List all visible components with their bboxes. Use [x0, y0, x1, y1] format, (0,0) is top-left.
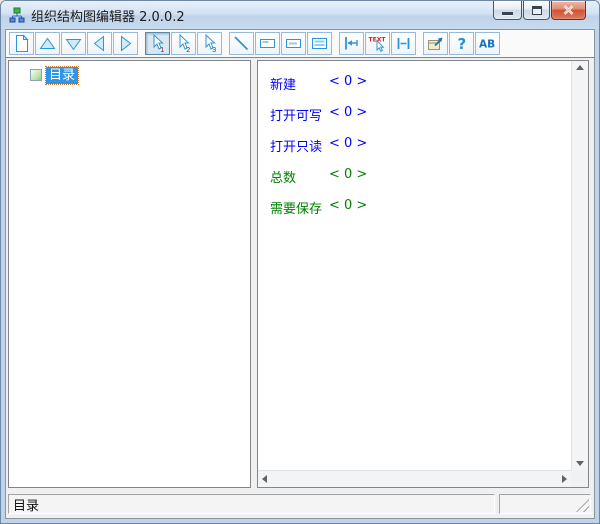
box-top-line-icon [258, 34, 277, 53]
window-title: 组织结构图编辑器 2.0.0.2 [31, 6, 185, 25]
help-button[interactable]: ? [449, 32, 474, 55]
scroll-right-icon[interactable] [562, 475, 567, 483]
scrollbar-corner [571, 470, 588, 487]
triangle-down-icon [64, 34, 83, 53]
triangle-right-button[interactable] [113, 32, 138, 55]
tree-node-icon [30, 69, 42, 81]
text-tool-icon: TEXT [368, 34, 387, 53]
stat-value: < 0 > [329, 74, 367, 105]
minimize-button[interactable] [493, 1, 522, 20]
box-text-lines-icon [310, 34, 329, 53]
triangle-up-icon [38, 34, 57, 53]
node-title-middle-button[interactable] [281, 32, 306, 55]
toolbar-group-misc: ? AB [423, 32, 501, 55]
toolbar-group-draw [229, 32, 333, 55]
align-left-button[interactable] [339, 32, 364, 55]
svg-text:3: 3 [212, 46, 216, 53]
font-ab-icon: AB [478, 34, 497, 53]
triangle-right-icon [116, 34, 135, 53]
new-document-button[interactable] [9, 32, 34, 55]
triangle-up-button[interactable] [35, 32, 60, 55]
maximize-button[interactable] [523, 1, 550, 20]
main-area: 目录 新建 < 0 > 打开可写 < 0 > 打开只读 < 0 [6, 58, 594, 491]
svg-text:?: ? [458, 35, 467, 53]
stat-label: 打开可写 [270, 105, 323, 136]
status-text-panel: 目录 [8, 494, 495, 514]
select-tool-1-button[interactable]: 1 [145, 32, 170, 55]
node-text-lines-button[interactable] [307, 32, 332, 55]
svg-text:AB: AB [479, 39, 495, 51]
horizontal-scrollbar[interactable] [258, 470, 571, 487]
app-window: 组织结构图编辑器 2.0.0.2 [0, 0, 600, 524]
scroll-down-icon[interactable] [576, 461, 584, 466]
box-middle-line-icon [284, 34, 303, 53]
tree-item-directory[interactable]: 目录 [9, 66, 250, 84]
stat-label: 需要保存 [270, 198, 323, 229]
toolbar-group-shapes [9, 32, 139, 55]
tree-item-label: 目录 [46, 67, 78, 84]
stat-row-open-writable[interactable]: 打开可写 < 0 > [270, 105, 571, 136]
stat-value: < 0 > [329, 136, 367, 167]
tree-panel[interactable]: 目录 [8, 60, 251, 488]
stat-row-need-save[interactable]: 需要保存 < 0 > [270, 198, 571, 229]
select-cursor-1-icon: 1 [148, 34, 167, 53]
toolbar: 1 2 3 [6, 30, 594, 58]
stats-panel: 新建 < 0 > 打开可写 < 0 > 打开只读 < 0 > 总数 < 0 > [257, 60, 589, 488]
stat-row-total[interactable]: 总数 < 0 > [270, 167, 571, 198]
client-area: 1 2 3 [5, 29, 595, 519]
svg-text:2: 2 [186, 46, 190, 53]
stat-row-open-readonly[interactable]: 打开只读 < 0 > [270, 136, 571, 167]
new-document-icon [12, 34, 31, 53]
select-tool-3-button[interactable]: 3 [197, 32, 222, 55]
stat-label: 打开只读 [270, 136, 323, 167]
toolbar-group-select: 1 2 3 [145, 32, 223, 55]
vertical-scrollbar[interactable] [571, 61, 588, 470]
triangle-left-button[interactable] [87, 32, 112, 55]
maximize-icon [532, 6, 542, 15]
select-cursor-3-icon: 3 [200, 34, 219, 53]
status-bar: 目录 [6, 491, 594, 518]
stat-value: < 0 > [329, 105, 367, 136]
app-orgchart-icon [9, 7, 25, 23]
font-ab-button[interactable]: AB [475, 32, 500, 55]
scroll-up-icon[interactable] [576, 65, 584, 70]
horizontal-spacing-icon [394, 34, 413, 53]
properties-button[interactable] [423, 32, 448, 55]
stat-row-new[interactable]: 新建 < 0 > [270, 74, 571, 105]
horizontal-spacing-button[interactable] [391, 32, 416, 55]
align-left-icon [342, 34, 361, 53]
text-tool-button[interactable]: TEXT [365, 32, 390, 55]
toolbar-group-align: TEXT [339, 32, 417, 55]
stats-list: 新建 < 0 > 打开可写 < 0 > 打开只读 < 0 > 总数 < 0 > [258, 61, 571, 470]
line-tool-button[interactable] [229, 32, 254, 55]
titlebar: 组织结构图编辑器 2.0.0.2 [1, 1, 599, 29]
properties-icon [426, 34, 445, 53]
stat-value: < 0 > [329, 167, 367, 198]
help-icon: ? [452, 34, 471, 53]
triangle-left-icon [90, 34, 109, 53]
triangle-down-button[interactable] [61, 32, 86, 55]
svg-text:1: 1 [160, 46, 164, 53]
node-title-top-button[interactable] [255, 32, 280, 55]
select-cursor-2-icon: 2 [174, 34, 193, 53]
scroll-left-icon[interactable] [262, 475, 267, 483]
stat-value: < 0 > [329, 198, 367, 229]
stat-label: 新建 [270, 74, 323, 105]
close-icon [563, 5, 574, 15]
stat-label: 总数 [270, 167, 323, 198]
select-tool-2-button[interactable]: 2 [171, 32, 196, 55]
minimize-icon [502, 12, 513, 15]
close-button[interactable] [551, 1, 586, 20]
line-icon [232, 34, 251, 53]
window-controls [492, 1, 586, 20]
